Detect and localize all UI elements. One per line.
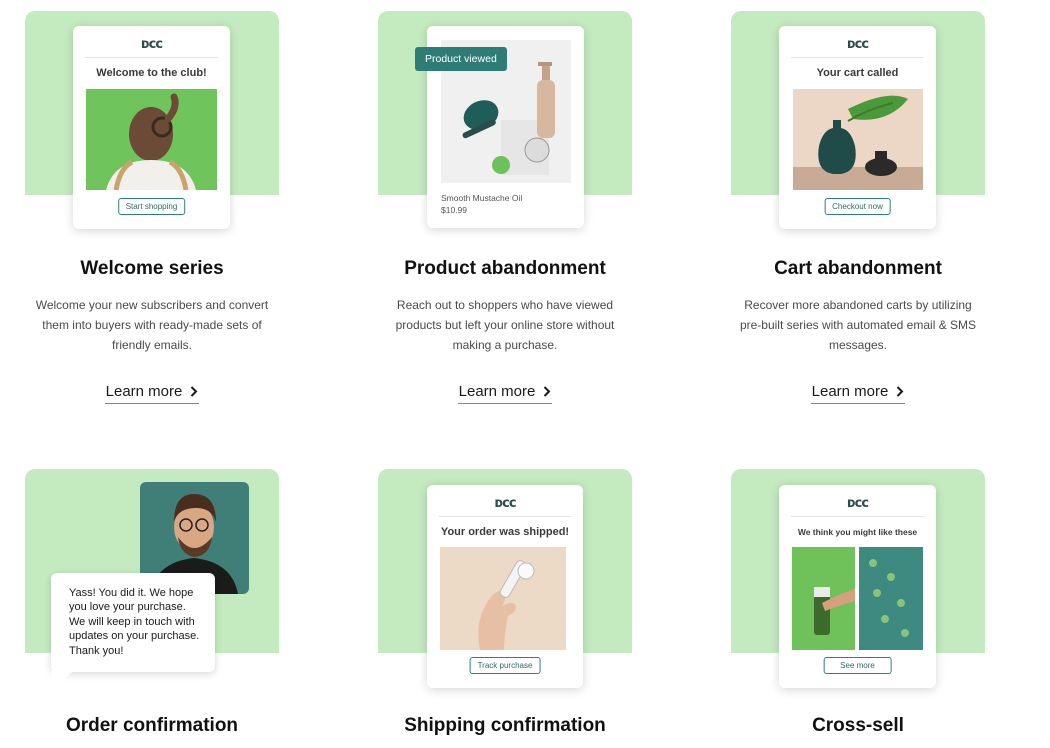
start-shopping-button[interactable]: Start shopping xyxy=(117,198,186,215)
product-viewed-tag: Product viewed xyxy=(415,47,507,71)
product-image-right xyxy=(859,547,923,650)
brand-logo: ᴅᴄᴄ xyxy=(494,496,516,511)
chevron-right-icon xyxy=(191,385,198,397)
confirmation-message-text: Yass! You did it. We hope you love your … xyxy=(69,587,200,657)
chevron-right-icon xyxy=(897,385,904,397)
divider xyxy=(791,516,924,517)
card-description: Welcome your new subscribers and convert… xyxy=(35,298,269,352)
email-preview: ᴅᴄᴄ Your cart called Checkout now xyxy=(779,26,936,229)
chevron-right-icon xyxy=(544,385,551,397)
learn-more-label: Learn more xyxy=(458,382,536,400)
card-description: Recover more abandoned carts by utilizin… xyxy=(739,298,977,352)
see-more-button[interactable]: See more xyxy=(823,657,892,674)
product-image-left xyxy=(792,547,855,650)
divider xyxy=(85,57,218,58)
card-order-confirmation: Yass! You did it. We hope you love your … xyxy=(25,469,279,748)
email-hero-image xyxy=(86,89,217,190)
card-title: Cart abandonment xyxy=(774,258,942,279)
product-name: Smooth Mustache Oil xyxy=(441,193,523,203)
card-description: Reach out to shoppers who have viewed pr… xyxy=(395,298,615,352)
email-preview: ᴅᴄᴄ Your order was shipped! Track purcha… xyxy=(427,485,583,688)
email-preview: ᴅᴄᴄ Welcome to the club! Start shopping xyxy=(73,26,230,229)
learn-more-link[interactable]: Learn more xyxy=(811,379,905,404)
card-cross-sell: ᴅᴄᴄ We think you might like these See mo xyxy=(731,469,985,748)
card-title: Product abandonment xyxy=(404,258,606,279)
brand-logo: ᴅᴄᴄ xyxy=(140,37,163,52)
email-heading: We think you might like these xyxy=(797,527,918,537)
confirmation-message-bubble: Yass! You did it. We hope you love your … xyxy=(51,573,215,688)
divider xyxy=(791,57,924,58)
speech-bubble-icon xyxy=(51,670,75,688)
brand-logo: ᴅᴄᴄ xyxy=(846,37,869,52)
brand-logo: ᴅᴄᴄ xyxy=(846,496,869,511)
card-welcome-series: ᴅᴄᴄ Welcome to the club! Start shopping … xyxy=(25,11,279,411)
learn-more-link[interactable]: Learn more xyxy=(105,379,199,404)
track-purchase-button[interactable]: Track purchase xyxy=(469,657,541,674)
card-product-abandonment: Smooth Mustache Oil $10.99 Product viewe… xyxy=(378,11,632,411)
card-title: Order confirmation xyxy=(65,715,239,736)
email-heading: Your order was shipped! xyxy=(440,526,570,538)
email-heading: Welcome to the club! xyxy=(96,67,207,79)
card-title: Cross-sell xyxy=(812,715,904,736)
email-preview: ᴅᴄᴄ We think you might like these See mo xyxy=(779,485,936,688)
divider xyxy=(439,516,571,517)
email-heading: Your cart called xyxy=(816,67,899,79)
learn-more-link[interactable]: Learn more xyxy=(458,379,552,404)
learn-more-label: Learn more xyxy=(811,382,889,400)
email-hero-image xyxy=(793,89,923,190)
card-title: Welcome series xyxy=(80,258,224,279)
checkout-now-button[interactable]: Checkout now xyxy=(824,198,891,215)
email-hero-image xyxy=(440,547,566,650)
card-title: Shipping confirmation xyxy=(404,715,606,736)
card-cart-abandonment: ᴅᴄᴄ Your cart called Checkout now Cart a… xyxy=(731,11,985,411)
card-shipping-confirmation: ᴅᴄᴄ Your order was shipped! Track purcha… xyxy=(378,469,632,748)
learn-more-label: Learn more xyxy=(105,382,183,400)
product-price: $10.99 xyxy=(441,205,467,215)
